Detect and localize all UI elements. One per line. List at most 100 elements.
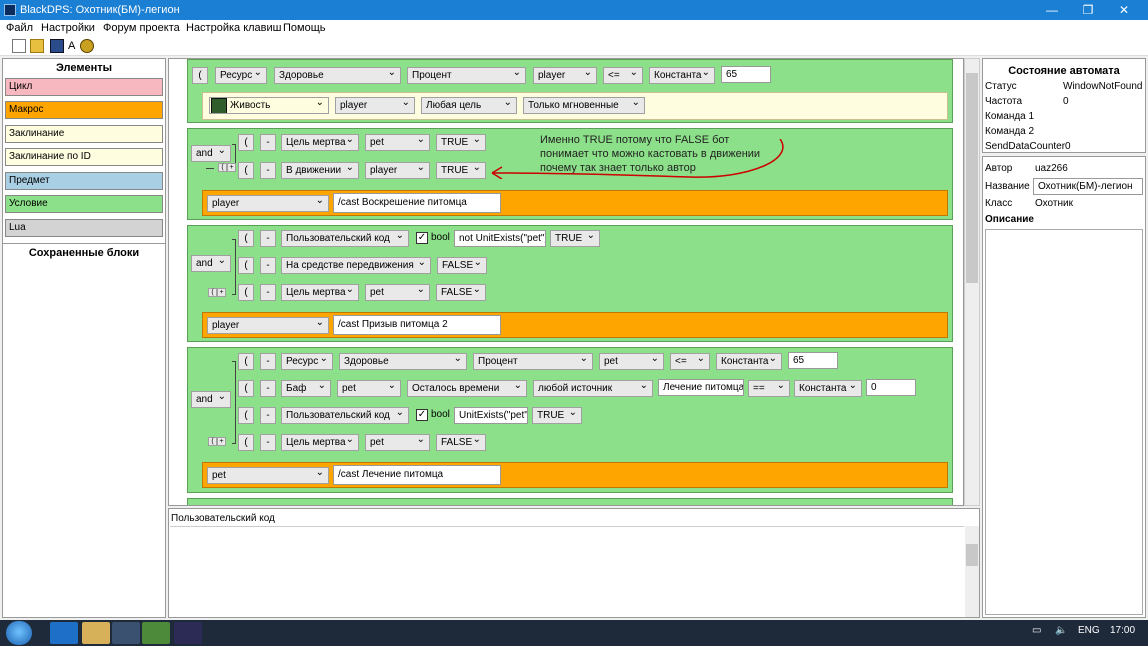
add-bracket-button[interactable]: ( [208,288,217,297]
bool-checkbox[interactable]: ✓ [416,409,428,421]
unit-dropdown[interactable]: pet [365,284,430,301]
condition-dropdown[interactable]: Цель мертва [281,134,359,151]
macro-input[interactable]: /cast Лечение питомца [333,465,501,485]
element-spell-by-id[interactable]: Заклинание по ID [5,148,163,166]
bracket-button[interactable]: ( [238,257,254,274]
editor-scrollbar[interactable] [964,58,980,506]
logic-dropdown[interactable]: and [191,391,231,408]
bracket-button[interactable]: ( [238,380,254,397]
remove-button[interactable]: - [260,434,276,451]
menu-help[interactable]: Помощь [283,20,326,36]
remove-button[interactable]: - [260,134,276,151]
macro-input[interactable]: /cast Призыв питомца 2 [333,315,501,335]
minimize-button[interactable]: — [1032,0,1072,20]
open-folder-icon[interactable] [30,39,44,53]
save-icon[interactable] [50,39,64,53]
code-input[interactable]: not UnitExists("pet") [454,230,546,247]
code-scrollbar[interactable] [965,526,979,617]
value-dropdown[interactable]: FALSE [436,434,486,451]
value-input[interactable]: 65 [788,352,838,369]
condition-dropdown[interactable]: Пользовательский код [281,230,409,247]
unit-dropdown[interactable]: pet [599,353,664,370]
menu-settings[interactable]: Настройки [41,20,95,36]
constant-dropdown[interactable]: Константа [794,380,862,397]
condition-dropdown[interactable]: Цель мертва [281,434,359,451]
remove-button[interactable]: - [260,257,276,274]
volume-icon[interactable]: 🔈 [1055,625,1067,636]
wow-icon[interactable] [80,39,94,53]
network-icon[interactable]: ▭ [1032,625,1041,636]
maximize-button[interactable]: ❐ [1068,0,1108,20]
menu-forum[interactable]: Форум проекта [103,20,180,36]
source-dropdown[interactable]: любой источник [533,380,653,397]
name-input[interactable]: Охотник(БМ)-легион [1033,178,1143,195]
health-dropdown[interactable]: Здоровье [274,67,401,84]
scroll-thumb[interactable] [966,73,978,283]
bracket-button[interactable]: ( [238,407,254,424]
user-code-editor[interactable] [170,526,964,617]
menu-hotkeys[interactable]: Настройка клавиш [186,20,282,36]
unit-dropdown[interactable]: player [365,162,430,179]
buff-dropdown[interactable]: Баф [281,380,331,397]
bracket-button[interactable]: ( [192,67,208,84]
element-condition[interactable]: Условие [5,195,163,213]
menu-file[interactable]: Файл [6,20,33,36]
bracket-button[interactable]: ( [238,134,254,151]
percent-dropdown[interactable]: Процент [473,353,593,370]
macro-unit-dropdown[interactable]: player [207,317,329,334]
start-button[interactable] [6,621,32,645]
spell-unit-dropdown[interactable]: player [335,97,415,114]
condition-dropdown[interactable]: На средстве передвижения [281,257,431,274]
value-input[interactable]: 0 [866,379,916,396]
code-input[interactable]: UnitExists("pet") [454,407,528,424]
value-dropdown[interactable]: FALSE [436,284,486,301]
unit-dropdown[interactable]: pet [365,134,430,151]
unit-dropdown[interactable]: pet [337,380,401,397]
add-condition-button[interactable]: + [217,437,226,446]
constant-dropdown[interactable]: Константа [716,353,782,370]
operator-dropdown[interactable]: <= [670,353,710,370]
time-left-dropdown[interactable]: Осталось времени [407,380,527,397]
unit-dropdown[interactable]: player [533,67,597,84]
remove-button[interactable]: - [260,162,276,179]
element-item[interactable]: Предмет [5,172,163,190]
remove-button[interactable]: - [260,353,276,370]
element-cycle[interactable]: Цикл [5,78,163,96]
description-input[interactable] [985,229,1143,615]
logic-dropdown[interactable]: and [191,145,231,162]
macro-input[interactable]: /cast Воскрешение питомца [333,193,501,213]
value-dropdown[interactable]: TRUE [550,230,600,247]
remove-button[interactable]: - [260,284,276,301]
macro-unit-dropdown[interactable]: pet [207,467,329,484]
chrome-icon[interactable] [142,622,170,644]
constant-dropdown[interactable]: Константа [649,67,715,84]
scroll-thumb[interactable] [966,544,978,566]
logic-dropdown[interactable]: and [191,255,231,272]
unit-dropdown[interactable]: pet [365,434,430,451]
remove-button[interactable]: - [260,380,276,397]
macro-unit-dropdown[interactable]: player [207,195,329,212]
clock[interactable]: 17:00 [1110,625,1135,636]
explorer-icon[interactable] [82,622,110,644]
percent-dropdown[interactable]: Процент [407,67,526,84]
operator-dropdown[interactable]: == [748,380,790,397]
blackdps-task-icon[interactable] [174,622,202,644]
bracket-button[interactable]: ( [238,230,254,247]
value-input[interactable]: 65 [721,66,771,83]
mail-icon[interactable] [112,622,140,644]
resource-dropdown[interactable]: Ресурс [281,353,333,370]
add-condition-button[interactable]: + [227,163,236,172]
condition-dropdown[interactable]: В движении [281,162,359,179]
condition-dropdown[interactable]: Цель мертва [281,284,359,301]
health-dropdown[interactable]: Здоровье [339,353,467,370]
spell-dropdown[interactable]: Живость [209,97,329,114]
remove-button[interactable]: - [260,407,276,424]
condition-dropdown[interactable]: Пользовательский код [281,407,409,424]
ie-icon[interactable] [50,622,78,644]
add-condition-button[interactable]: + [217,288,226,297]
remove-button[interactable]: - [260,230,276,247]
value-dropdown[interactable]: TRUE [532,407,582,424]
buff-name-input[interactable]: Лечение питомца [658,379,744,396]
add-bracket-button[interactable]: ( [208,437,217,446]
bracket-button[interactable]: ( [238,284,254,301]
